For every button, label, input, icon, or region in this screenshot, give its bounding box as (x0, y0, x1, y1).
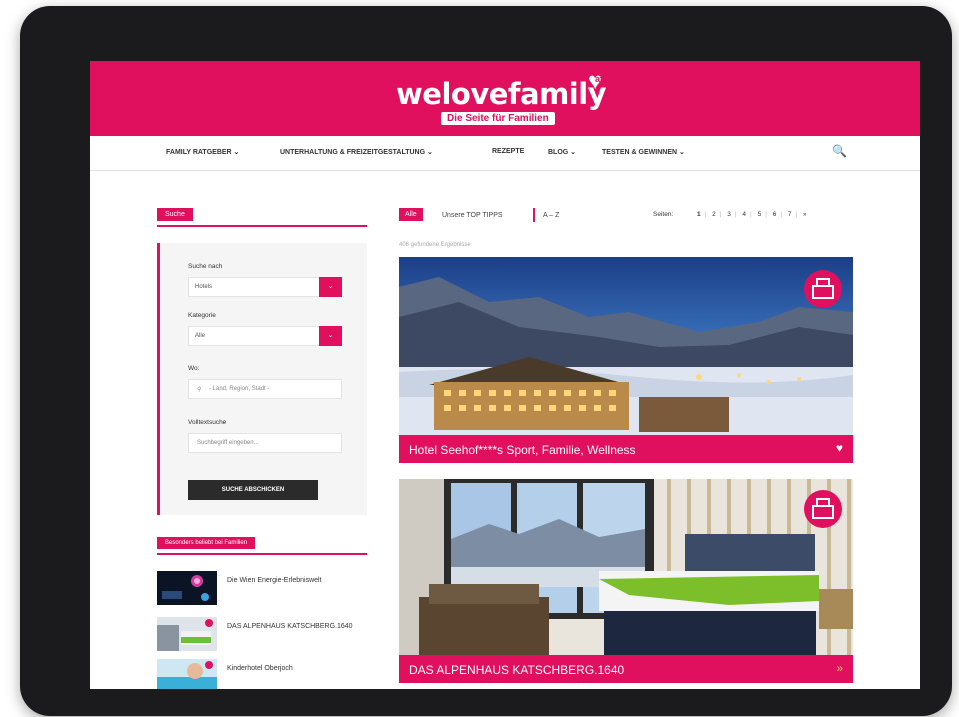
hotel-room-photo (399, 479, 853, 655)
submit-search-button[interactable]: SUCHE ABSCHICKEN (188, 480, 318, 500)
more-chevron-icon[interactable]: » (836, 661, 843, 675)
page-next-link[interactable]: » (803, 211, 807, 218)
popular-section-divider (157, 553, 367, 555)
map-pin-icon: ⚲ (197, 387, 202, 393)
site-logo[interactable]: welovefamily (396, 77, 607, 111)
category-dropdown-button[interactable]: ⌄ (319, 326, 342, 346)
page-link-3[interactable]: 3 (727, 211, 731, 218)
hotel-title[interactable]: DAS ALPENHAUS KATSCHBERG.1640 (409, 663, 624, 677)
tablet-frame: welovefamily ♥ at Die Seite für Familien … (20, 6, 952, 716)
page-link-7[interactable]: 7 (788, 211, 792, 218)
hotel-card[interactable]: Hotel Seehof****s Sport, Familie, Wellne… (399, 257, 853, 463)
list-item[interactable]: Die Wien Energie-Erlebniswelt (157, 571, 377, 605)
hotel-card[interactable]: DAS ALPENHAUS KATSCHBERG.1640 » (399, 479, 853, 685)
filter-top-tips-link[interactable]: Unsere TOP TIPPS (442, 212, 503, 219)
logo-badge: at (595, 74, 604, 84)
where-label: Wo: (188, 365, 200, 372)
search-section-divider (157, 225, 367, 227)
family-hotel-badge-icon (804, 490, 842, 528)
nav-family-ratgeber[interactable]: FAMILY RATGEBER ⌄ (166, 148, 239, 156)
location-input[interactable]: ⚲ - Land, Region, Stadt - (188, 379, 342, 399)
result-count: 406 gefundene Ergebnisse (399, 242, 471, 248)
location-placeholder: - Land, Region, Stadt - (209, 386, 270, 392)
list-item-title: DAS ALPENHAUS KATSCHBERG.1640 (227, 623, 353, 630)
site-header: welovefamily ♥ at Die Seite für Familien (90, 61, 920, 136)
list-item-title: Kinderhotel Oberjoch (227, 665, 293, 672)
heart-icon[interactable]: ♥ (836, 441, 843, 455)
hotel-title[interactable]: Hotel Seehof****s Sport, Familie, Wellne… (409, 443, 636, 457)
list-item-title: Die Wien Energie-Erlebniswelt (227, 577, 322, 584)
main-nav: FAMILY RATGEBER ⌄ UNTERHALTUNG & FREIZEI… (90, 136, 920, 171)
filter-alphabetical-link[interactable]: A – Z (543, 212, 559, 219)
fulltext-input[interactable]: Suchbegriff eingeben... (188, 433, 342, 453)
search-form: Suche nach Hotels ⌄ Kategorie Alle ⌄ Wo:… (157, 243, 367, 515)
nav-testen-gewinnen[interactable]: TESTEN & GEWINNEN ⌄ (602, 148, 685, 156)
pagination: 1 | 2 | 3 | 4 | 5 | 6 | 7 | » (697, 211, 807, 218)
page-link-1[interactable]: 1 (697, 211, 701, 218)
popular-section-tab: Besonders beliebt bei Familien (157, 537, 256, 549)
thumbnail-image (157, 571, 217, 605)
browser-viewport: welovefamily ♥ at Die Seite für Familien … (90, 61, 920, 689)
site-tagline: Die Seite für Familien (441, 112, 555, 125)
fulltext-label: Volltextsuche (188, 419, 227, 426)
nav-rezepte[interactable]: REZEPTE (492, 148, 524, 155)
list-item[interactable]: DAS ALPENHAUS KATSCHBERG.1640 (157, 617, 377, 651)
search-type-dropdown-button[interactable]: ⌄ (319, 277, 342, 297)
page-link-6[interactable]: 6 (773, 211, 777, 218)
category-label: Kategorie (188, 312, 216, 319)
page-link-5[interactable]: 5 (758, 211, 762, 218)
thumbnail-image (157, 659, 217, 689)
thumbnail-image (157, 617, 217, 651)
hotel-title-bar: DAS ALPENHAUS KATSCHBERG.1640 » (399, 655, 853, 683)
filter-all-button[interactable]: Alle (399, 208, 423, 221)
fulltext-placeholder: Suchbegriff eingeben... (197, 440, 259, 446)
page-link-2[interactable]: 2 (712, 211, 716, 218)
filter-divider (533, 208, 535, 222)
list-item[interactable]: Kinderhotel Oberjoch (157, 659, 377, 689)
hotel-title-bar: Hotel Seehof****s Sport, Familie, Wellne… (399, 435, 853, 463)
nav-blog[interactable]: BLOG ⌄ (548, 148, 576, 156)
heart-logo-icon: ♥ at (588, 68, 604, 95)
search-type-label: Suche nach (188, 263, 223, 270)
nav-unterhaltung[interactable]: UNTERHALTUNG & FREIZEITGESTALTUNG ⌄ (280, 148, 433, 156)
pagination-label: Seiten: (653, 211, 674, 218)
hotel-photo (399, 257, 853, 435)
search-type-value: Hotels (195, 284, 213, 290)
category-value: Alle (195, 333, 206, 339)
page-link-4[interactable]: 4 (742, 211, 746, 218)
search-section-tab: Suche (157, 208, 193, 221)
family-hotel-badge-icon (804, 270, 842, 308)
search-icon[interactable]: 🔍 (832, 144, 847, 158)
